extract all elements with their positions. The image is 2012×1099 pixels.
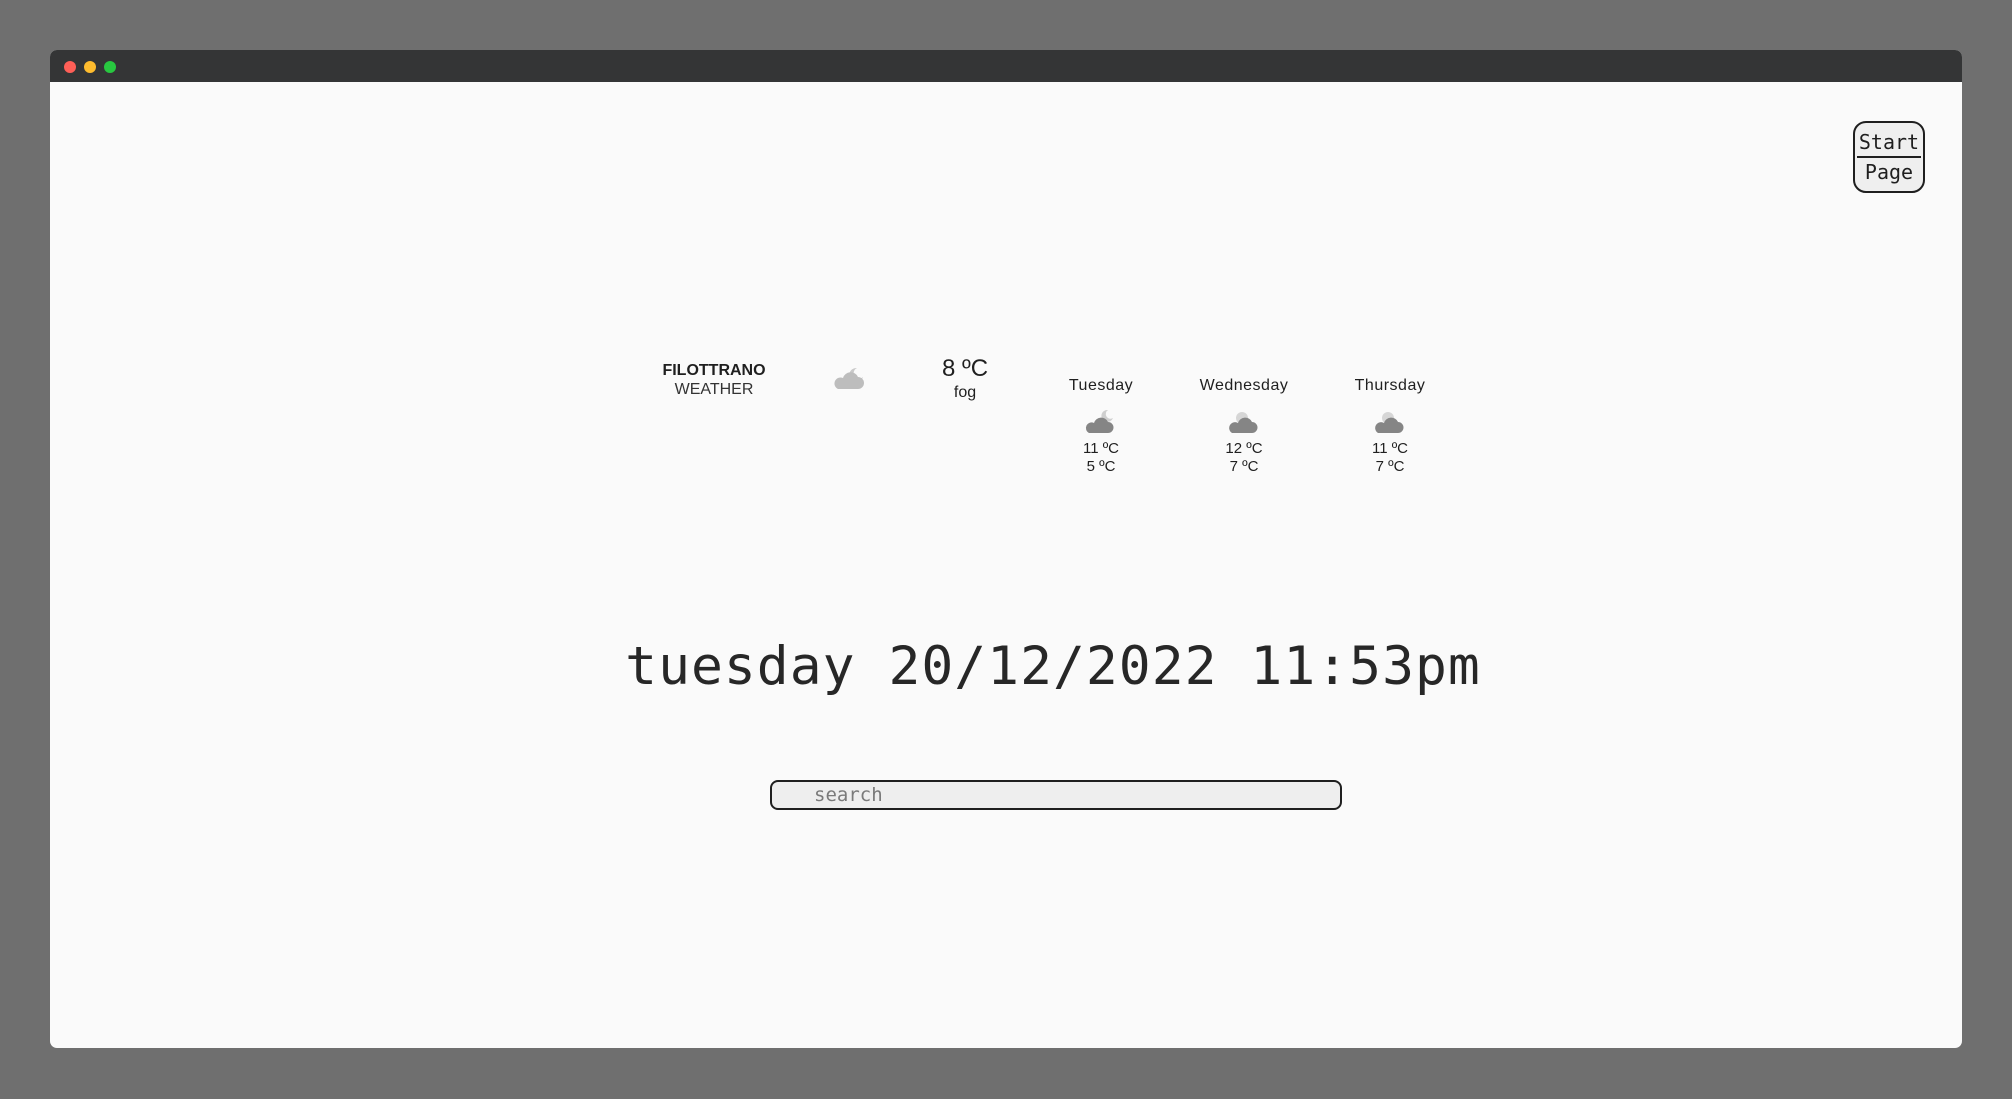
cloud-sun-icon	[1375, 412, 1404, 433]
forecast-low: 7 ºC	[1375, 458, 1405, 475]
forecast-low: 5 ºC	[1086, 458, 1116, 475]
search-input[interactable]	[770, 780, 1342, 810]
weather-label: WEATHER	[674, 381, 754, 398]
close-window-button[interactable]	[64, 61, 76, 73]
forecast-day-name: Tuesday	[1068, 377, 1134, 394]
forecast-day-name: Wednesday	[1199, 377, 1289, 394]
current-weather: 8 ºC fog	[895, 355, 1035, 403]
browser-window: Start Page FILOTTRANO WEATHER 8 ºC fog T…	[50, 50, 1962, 1048]
start-page-label-line2: Page	[1864, 160, 1914, 184]
forecast-day: Thursday 11 ºC 7 ºC	[1320, 376, 1460, 476]
cloud-sun-icon	[1229, 412, 1258, 433]
weather-location: FILOTTRANO WEATHER	[614, 362, 814, 400]
forecast-low: 7 ºC	[1229, 458, 1259, 475]
forecast-high: 12 ºC	[1225, 440, 1263, 457]
forecast-day: Wednesday 12 ºC 7 ºC	[1174, 376, 1314, 476]
minimize-window-button[interactable]	[84, 61, 96, 73]
title-bar	[50, 50, 1962, 82]
start-page-label-line1: Start	[1856, 131, 1922, 158]
maximize-window-button[interactable]	[104, 61, 116, 73]
forecast-high: 11 ºC	[1082, 440, 1120, 457]
forecast-day: Tuesday 11 ºC 5 ºC	[1031, 376, 1171, 476]
forecast-high: 11 ºC	[1371, 440, 1409, 457]
forecast-day-name: Thursday	[1354, 377, 1426, 394]
current-temperature: 8 ºC	[941, 355, 989, 382]
cloud-moon-icon	[834, 367, 864, 389]
date-time-display: tuesday 20/12/2022 11:53pm	[625, 636, 1481, 697]
cloud-moon-icon	[1085, 409, 1114, 433]
start-page-button[interactable]: Start Page	[1853, 121, 1925, 193]
current-description: fog	[953, 384, 977, 401]
city-name: FILOTTRANO	[662, 362, 766, 379]
